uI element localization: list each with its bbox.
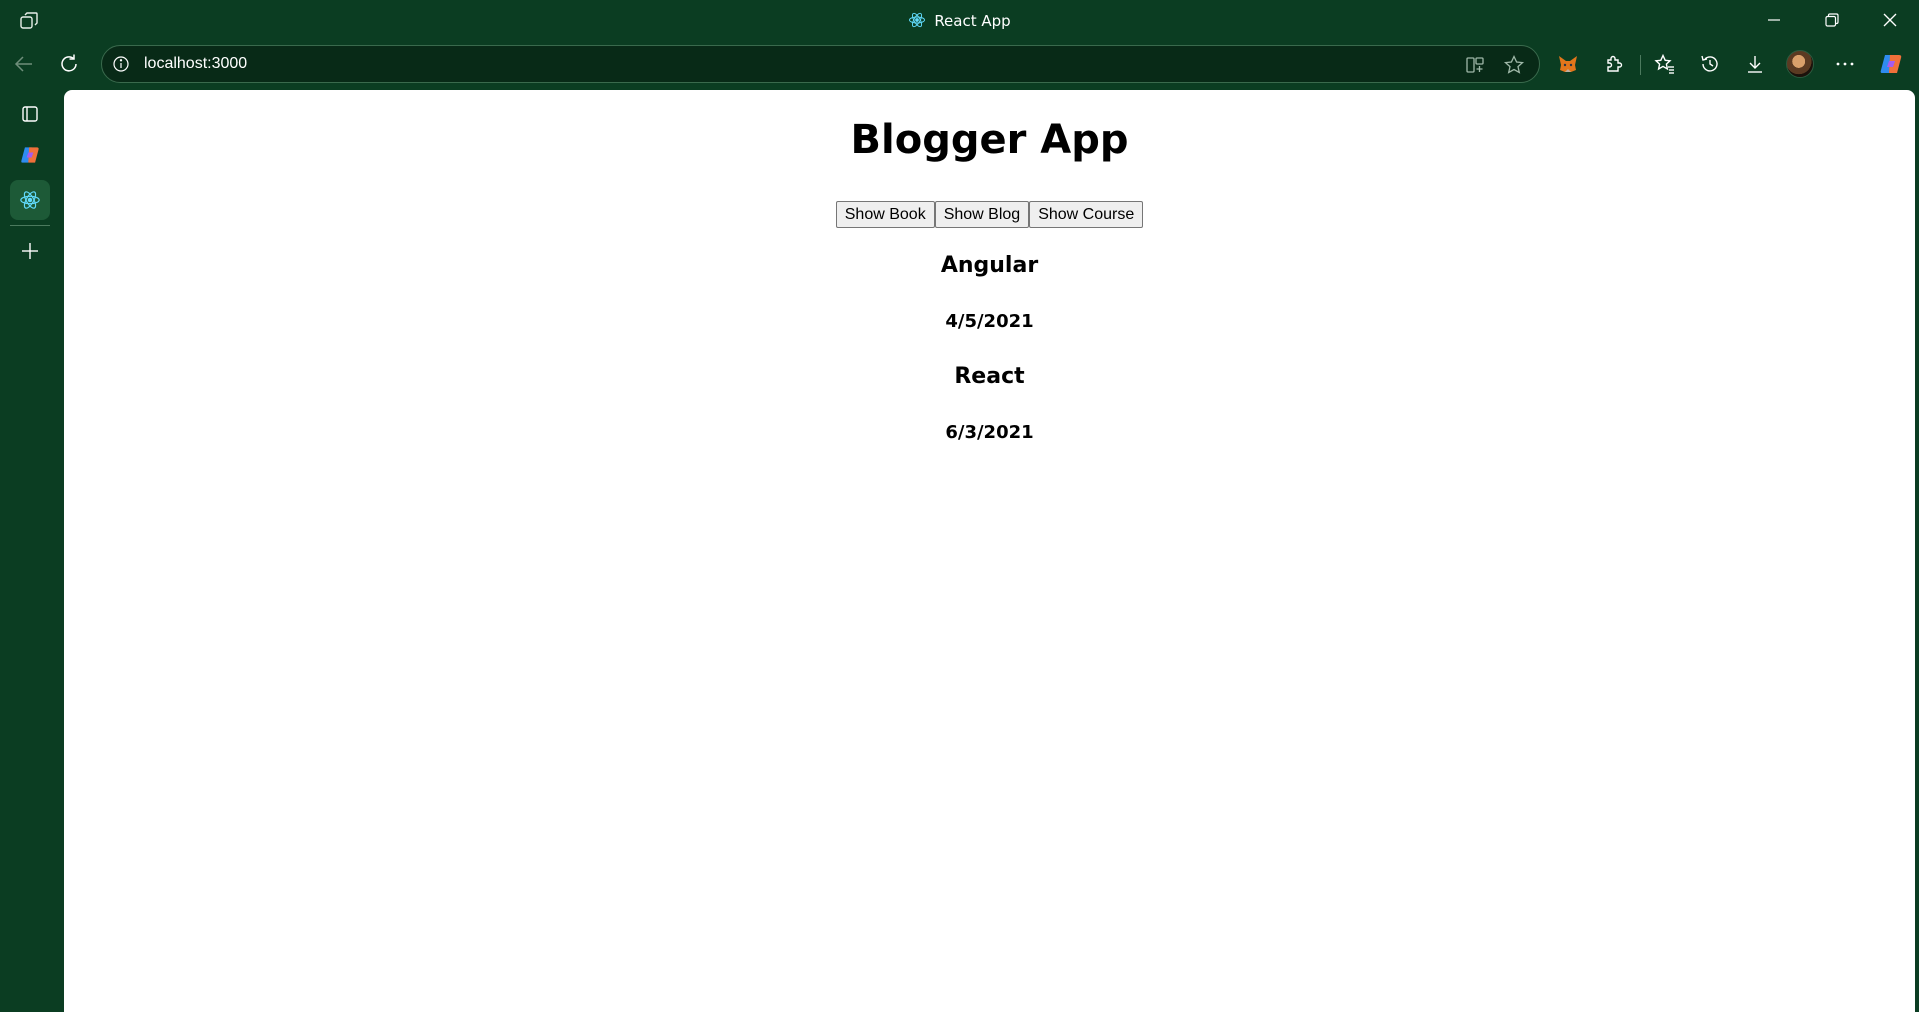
window-title: React App (0, 11, 1919, 33)
minimize-button[interactable] (1752, 6, 1796, 34)
restore-icon (1825, 13, 1839, 27)
favorites-icon[interactable] (1651, 50, 1679, 78)
back-button[interactable] (7, 47, 41, 81)
button-row: Show Book Show Blog Show Course (64, 201, 1915, 228)
split-screen-icon[interactable] (1464, 54, 1486, 76)
downloads-icon[interactable] (1741, 50, 1769, 78)
site-info-icon[interactable] (112, 55, 130, 73)
post-title: React (954, 364, 1025, 389)
browser-toolbar: localhost:3000 (0, 40, 1919, 88)
favorite-star-icon[interactable] (1503, 54, 1525, 76)
close-window-button[interactable] (1868, 6, 1912, 34)
reload-icon (61, 54, 77, 72)
url-text[interactable]: localhost:3000 (144, 55, 247, 73)
toolbar-divider (1640, 55, 1641, 75)
copilot-icon[interactable] (1877, 50, 1905, 78)
copilot-icon (21, 147, 39, 163)
metamask-extension-icon[interactable] (1554, 50, 1582, 78)
tab-actions-icon (22, 106, 38, 122)
restore-button[interactable] (1810, 6, 1854, 34)
profile-avatar[interactable] (1786, 50, 1814, 78)
avatar (1786, 50, 1814, 78)
new-tab-button[interactable] (10, 231, 50, 271)
show-course-button[interactable]: Show Course (1029, 201, 1144, 228)
page-title: Blogger App (850, 117, 1129, 163)
reload-button[interactable] (52, 47, 86, 81)
extensions-icon[interactable] (1600, 50, 1628, 78)
show-blog-button[interactable]: Show Blog (934, 201, 1030, 228)
page-viewport: Blogger App Show Book Show Blog Show Cours… (64, 90, 1915, 1012)
tab-react-app[interactable] (10, 180, 50, 220)
browser-title-bar: React App (0, 0, 1919, 40)
vertical-tab-strip (0, 88, 60, 1012)
plus-icon (22, 243, 38, 259)
react-logo-icon (908, 11, 926, 33)
history-icon[interactable] (1696, 50, 1724, 78)
post-title: Angular (940, 253, 1039, 278)
post-date: 6/3/2021 (945, 422, 1034, 443)
minimize-icon (1768, 19, 1780, 21)
tab-actions-button[interactable] (10, 94, 50, 134)
react-logo-icon (20, 191, 40, 209)
close-icon (1883, 13, 1897, 27)
address-bar[interactable]: localhost:3000 (101, 45, 1540, 83)
window-title-text: React App (934, 12, 1011, 30)
show-book-button[interactable]: Show Book (835, 201, 935, 228)
arrow-left-icon (14, 56, 32, 72)
sidebar-copilot-button[interactable] (10, 135, 50, 175)
more-menu-icon[interactable] (1831, 50, 1859, 78)
sidebar-divider (10, 225, 50, 226)
post-date: 4/5/2021 (945, 311, 1034, 332)
